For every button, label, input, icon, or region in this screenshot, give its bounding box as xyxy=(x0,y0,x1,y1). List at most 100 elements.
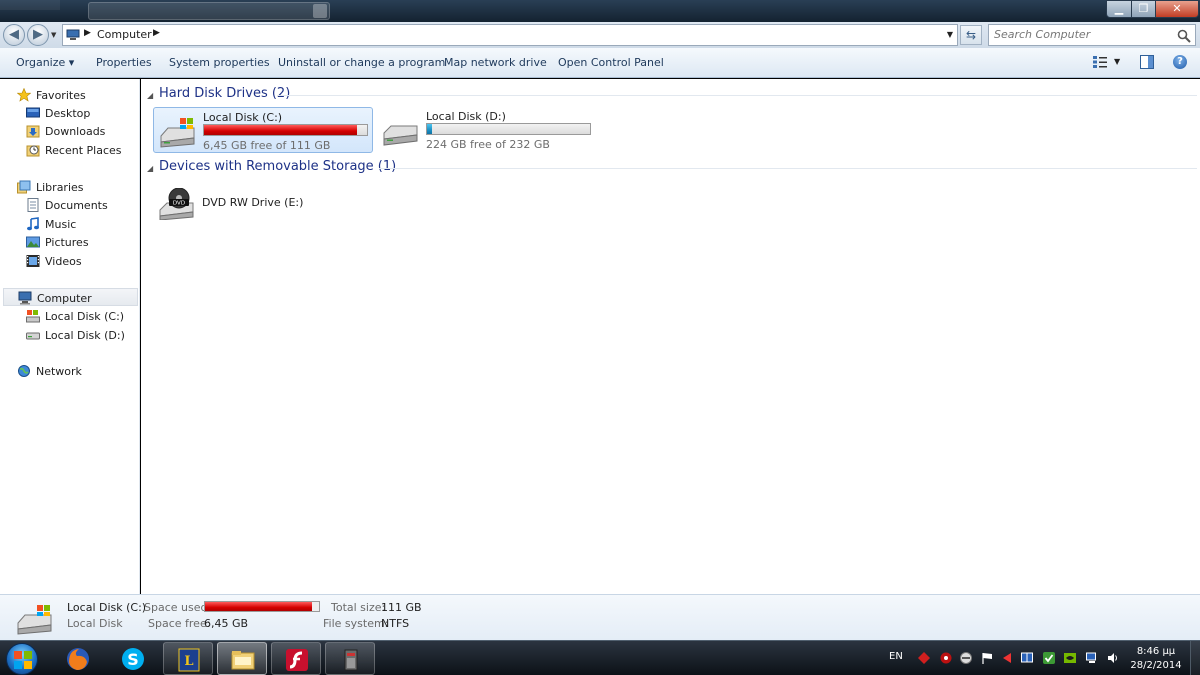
tray-app-gray-icon[interactable] xyxy=(960,652,972,664)
nav-favorites[interactable]: Favorites xyxy=(0,86,140,104)
search-icon[interactable] xyxy=(1177,29,1191,43)
desktop-icon xyxy=(26,107,40,118)
tray-monitor-icon[interactable] xyxy=(1021,652,1033,664)
nav-label: Recent Places xyxy=(45,144,122,157)
taskbar-skype[interactable]: S xyxy=(108,642,158,675)
uninstall-program-button[interactable]: Uninstall or change a program xyxy=(278,56,445,69)
nav-local-disk-c[interactable]: Local Disk (C:) xyxy=(0,307,140,325)
window-title-bar: ▁ ❐ ✕ xyxy=(0,0,1200,22)
address-bar[interactable]: ▶ Computer ▶ ▼ xyxy=(62,24,958,46)
breadcrumb-computer[interactable]: Computer xyxy=(97,28,152,41)
nav-local-disk-d[interactable]: Local Disk (D:) xyxy=(0,326,140,344)
breadcrumb-separator-icon[interactable]: ▶ xyxy=(84,28,91,38)
refresh-button[interactable]: ⇆ xyxy=(960,25,982,45)
nav-videos[interactable]: Videos xyxy=(0,252,140,270)
nav-recent-places[interactable]: Recent Places xyxy=(0,141,140,159)
search-placeholder: Search Computer xyxy=(994,28,1091,41)
hard-drive-icon xyxy=(383,125,418,146)
collapse-triangle-icon[interactable]: ◢ xyxy=(147,164,153,173)
nav-label: Local Disk (C:) xyxy=(45,310,125,323)
hard-drive-icon xyxy=(26,332,40,340)
start-button[interactable] xyxy=(6,643,38,675)
nav-desktop[interactable]: Desktop xyxy=(0,104,140,122)
tray-security-check-icon[interactable] xyxy=(1043,652,1055,664)
tray-app-red-icon[interactable] xyxy=(940,652,952,664)
skype-icon: S xyxy=(122,648,144,670)
tray-antivirus-icon[interactable] xyxy=(918,652,930,664)
recent-pages-dropdown-icon[interactable]: ▼ xyxy=(51,31,56,39)
system-properties-button[interactable]: System properties xyxy=(169,56,270,69)
drive-usage-fill xyxy=(204,125,358,135)
tool-app-icon xyxy=(344,649,358,671)
nav-music[interactable]: Music xyxy=(0,215,140,233)
collapse-triangle-icon[interactable]: ◢ xyxy=(147,91,153,100)
nav-documents[interactable]: Documents xyxy=(0,196,140,214)
total-size-label: Total size: xyxy=(331,601,386,614)
open-control-panel-button[interactable]: Open Control Panel xyxy=(558,56,664,69)
drive-tile-d[interactable]: Local Disk (D:) 224 GB free of 232 GB xyxy=(377,107,597,153)
dvd-drive-icon: DVD xyxy=(159,188,194,220)
nav-label: Libraries xyxy=(36,181,84,194)
volume-speaker-icon[interactable] xyxy=(1107,652,1119,664)
music-note-icon xyxy=(27,217,39,231)
nav-downloads[interactable]: Downloads xyxy=(0,122,140,140)
details-drive-name: Local Disk (C:) xyxy=(67,601,147,614)
drive-tile-c[interactable]: Local Disk (C:) 6,45 GB free of 111 GB xyxy=(153,107,373,153)
space-free-label: Space free: xyxy=(148,617,211,630)
help-icon[interactable]: ? xyxy=(1173,55,1187,69)
taskbar-windows-explorer[interactable] xyxy=(217,642,267,675)
group-divider xyxy=(379,168,1197,169)
address-history-dropdown-icon[interactable]: ▼ xyxy=(947,30,953,39)
maximize-button[interactable]: ❐ xyxy=(1131,0,1156,18)
taskbar-firefox[interactable] xyxy=(53,642,103,675)
taskbar-app-document[interactable]: L xyxy=(163,642,213,675)
tray-nvidia-icon[interactable] xyxy=(1064,652,1076,664)
group-header-removable-storage[interactable]: ◢ Devices with Removable Storage (1) xyxy=(147,159,1197,177)
computer-icon xyxy=(18,291,32,305)
breadcrumb-separator-icon[interactable]: ▶ xyxy=(153,28,160,38)
map-network-drive-button[interactable]: Map network drive xyxy=(444,56,547,69)
taskbar-flash-player[interactable] xyxy=(271,642,321,675)
nav-computer[interactable]: Computer xyxy=(3,288,138,306)
properties-button[interactable]: Properties xyxy=(96,56,152,69)
group-header-hard-disk-drives[interactable]: ◢ Hard Disk Drives (2) xyxy=(147,86,1197,104)
content-pane: ◢ Hard Disk Drives (2) Local Disk (C:) 6… xyxy=(141,79,1200,594)
nav-label: Pictures xyxy=(45,236,89,249)
minimize-button[interactable]: ▁ xyxy=(1106,0,1132,18)
drive-free-space: 224 GB free of 232 GB xyxy=(426,138,550,151)
nav-pictures[interactable]: Pictures xyxy=(0,233,140,251)
videos-filmstrip-icon xyxy=(26,255,40,267)
show-desktop-button[interactable] xyxy=(1190,641,1200,675)
view-options-dropdown-icon[interactable]: ▼ xyxy=(1114,57,1120,66)
tray-media-icon[interactable] xyxy=(1001,652,1013,664)
organize-button[interactable]: Organize ▾ xyxy=(16,56,74,69)
firefox-icon xyxy=(67,648,89,670)
details-usage-fill xyxy=(205,602,313,611)
drive-name: DVD RW Drive (E:) xyxy=(202,196,304,209)
nav-libraries[interactable]: Libraries xyxy=(0,178,140,196)
nav-network[interactable]: Network xyxy=(0,362,140,380)
windows-logo-icon xyxy=(14,651,32,669)
tray-network-icon[interactable] xyxy=(1086,652,1098,664)
network-globe-icon xyxy=(18,365,30,377)
forward-button[interactable]: ▶ xyxy=(27,24,49,46)
input-language-indicator[interactable]: EN xyxy=(889,651,903,662)
drive-name: Local Disk (C:) xyxy=(203,111,283,124)
close-button[interactable]: ✕ xyxy=(1155,0,1199,18)
taskbar-app-tool[interactable] xyxy=(325,642,375,675)
preview-pane-icon[interactable] xyxy=(1140,55,1154,69)
computer-icon xyxy=(66,29,80,40)
drive-usage-bar xyxy=(426,123,591,135)
svg-text:S: S xyxy=(127,650,139,669)
drive-tile-dvd[interactable]: DVD DVD RW Drive (E:) xyxy=(153,180,373,226)
action-center-flag-icon[interactable] xyxy=(981,652,993,664)
clock-time[interactable]: 8:46 μμ xyxy=(1128,646,1184,657)
clock-date[interactable]: 28/2/2014 xyxy=(1128,660,1184,671)
pictures-icon xyxy=(26,236,40,248)
back-button[interactable]: ◀ xyxy=(3,24,25,46)
search-input[interactable]: Search Computer xyxy=(988,24,1196,46)
change-view-icon[interactable] xyxy=(1093,56,1107,68)
navigation-pane: Favorites Desktop Downloads Recent Place… xyxy=(0,79,140,594)
file-system-label: File system: xyxy=(323,617,389,630)
details-drive-type: Local Disk xyxy=(67,617,123,630)
